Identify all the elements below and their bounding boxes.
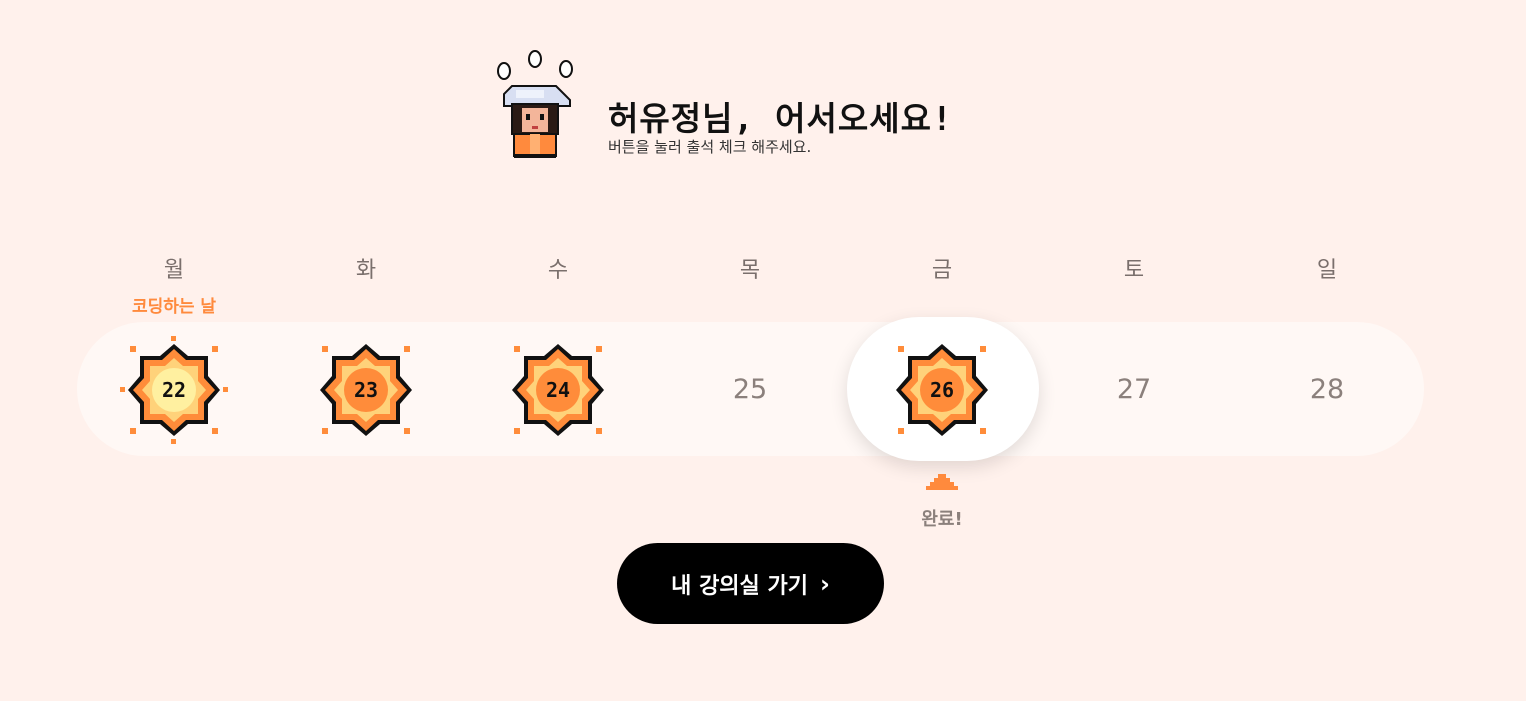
day-28[interactable]: 28 [1273, 336, 1381, 444]
day-24[interactable]: 24 [504, 336, 612, 444]
day-number: 24 [545, 378, 571, 402]
day-number: 26 [929, 378, 955, 402]
welcome-header: 허유정님, 어서오세요! 버튼을 눌러 출석 체크 해주세요. [490, 46, 1050, 166]
day-26[interactable]: 26 [888, 336, 996, 444]
weekday-label-wed: 수 [547, 258, 569, 283]
day-number: 28 [1309, 374, 1345, 405]
day-number: 25 [732, 374, 768, 405]
weekday-label-mon: 월 [163, 258, 185, 283]
coding-day-label: 코딩하는 날 [131, 297, 217, 317]
go-to-classroom-button[interactable]: 내 강의실 가기 › [617, 543, 884, 624]
chevron-right-icon: › [819, 569, 830, 598]
weekday-label-sat: 토 [1123, 258, 1145, 283]
day-number: 27 [1116, 374, 1152, 405]
greeting-subtext: 버튼을 눌러 출석 체크 해주세요. [608, 138, 812, 156]
go-to-classroom-label: 내 강의실 가기 [671, 573, 808, 599]
day-number: 23 [353, 378, 379, 402]
today-pointer-icon [926, 474, 958, 492]
day-25[interactable]: 25 [696, 336, 804, 444]
attendance-complete-status: 완료! [921, 509, 963, 530]
day-22[interactable]: 22 [120, 336, 228, 444]
weekday-label-sun: 일 [1316, 258, 1338, 283]
avatar-character-icon [490, 46, 580, 162]
day-number: 22 [161, 378, 187, 402]
day-23[interactable]: 23 [312, 336, 420, 444]
day-27[interactable]: 27 [1080, 336, 1188, 444]
weekday-label-fri: 금 [931, 258, 953, 283]
weekday-label-thu: 목 [739, 258, 761, 283]
weekday-row: 월 화 수 목 금 토 일 [78, 252, 1424, 283]
weekday-label-tue: 화 [355, 258, 377, 283]
greeting-title: 허유정님, 어서오세요! [608, 99, 953, 138]
